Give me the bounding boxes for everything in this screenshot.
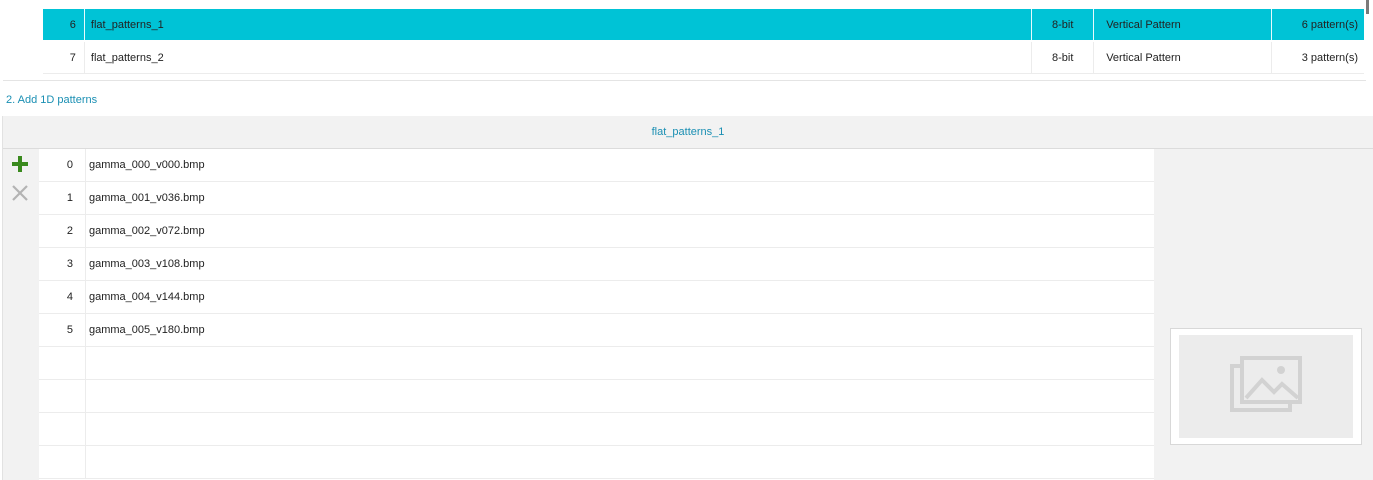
pattern-set-name: flat_patterns_1 [83, 9, 1031, 40]
pattern-set-row[interactable]: 7 flat_patterns_2 8-bit Vertical Pattern… [43, 42, 1364, 74]
pattern-list: 0 gamma_000_v000.bmp 1 gamma_001_v036.bm… [39, 149, 1154, 480]
patterns-panel: flat_patterns_1 0 gamma_000_v000.bmp 1 g… [2, 116, 1373, 480]
list-item[interactable]: 3 gamma_003_v108.bmp [39, 248, 1154, 281]
plus-icon[interactable] [11, 155, 29, 173]
pattern-preview [1170, 328, 1362, 445]
pattern-set-index: 7 [69, 51, 76, 64]
preview-placeholder [1179, 335, 1353, 438]
close-icon[interactable] [11, 184, 29, 202]
pattern-set-index: 6 [69, 18, 76, 31]
pattern-set-type: Vertical Pattern [1093, 42, 1271, 73]
section-title: 2. Add 1D patterns [6, 94, 98, 106]
empty-file [85, 446, 1154, 478]
pattern-set-count: 3 pattern(s) [1270, 42, 1364, 73]
pattern-index: 1 [66, 192, 73, 204]
list-item-empty[interactable] [39, 446, 1154, 479]
pattern-set-row-selected[interactable]: 6 flat_patterns_1 8-bit Vertical Pattern… [43, 9, 1364, 40]
pattern-set-type: Vertical Pattern [1093, 9, 1271, 40]
pattern-file: gamma_002_v072.bmp [85, 215, 1154, 247]
list-item[interactable]: 5 gamma_005_v180.bmp [39, 314, 1154, 347]
pattern-file: gamma_003_v108.bmp [85, 248, 1154, 280]
pattern-index: 5 [66, 324, 73, 336]
pattern-set-bit-depth: 8-bit [1031, 42, 1093, 73]
list-item[interactable]: 4 gamma_004_v144.bmp [39, 281, 1154, 314]
pattern-index: 2 [66, 225, 73, 237]
pattern-file: gamma_000_v000.bmp [85, 149, 1154, 181]
list-item[interactable]: 0 gamma_000_v000.bmp [39, 149, 1154, 182]
pattern-file: gamma_005_v180.bmp [85, 314, 1154, 346]
panel-header: flat_patterns_1 [3, 116, 1373, 149]
pattern-index: 4 [66, 291, 73, 303]
pattern-index: 3 [66, 258, 73, 270]
pattern-set-bit-depth: 8-bit [1031, 9, 1093, 40]
pattern-index: 0 [66, 159, 73, 171]
list-item-empty[interactable] [39, 380, 1154, 413]
pattern-set-name: flat_patterns_2 [83, 42, 1031, 73]
pattern-set-table: 6 flat_patterns_1 8-bit Vertical Pattern… [3, 0, 1366, 81]
list-item[interactable]: 2 gamma_002_v072.bmp [39, 215, 1154, 248]
empty-file [85, 413, 1154, 445]
pattern-set-count: 6 pattern(s) [1270, 9, 1364, 40]
list-item-empty[interactable] [39, 413, 1154, 446]
list-item[interactable]: 1 gamma_001_v036.bmp [39, 182, 1154, 215]
list-item-empty[interactable] [39, 347, 1154, 380]
empty-file [85, 347, 1154, 379]
scrollbar-thumb[interactable] [1366, 0, 1369, 14]
empty-file [85, 380, 1154, 412]
pattern-file: gamma_001_v036.bmp [85, 182, 1154, 214]
image-placeholder-icon [1226, 352, 1306, 421]
pattern-file: gamma_004_v144.bmp [85, 281, 1154, 313]
